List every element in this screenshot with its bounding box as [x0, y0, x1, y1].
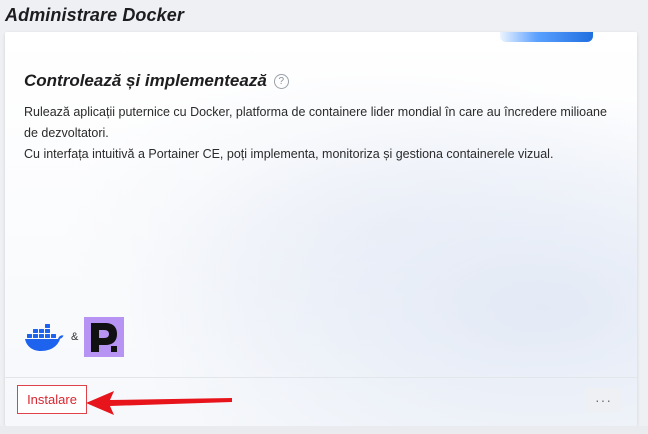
logos-row: & — [24, 317, 125, 357]
red-arrow-annotation — [86, 391, 232, 415]
portainer-logo-icon — [84, 317, 125, 357]
title-bar: Administrare Docker — [0, 0, 648, 32]
card-background — [5, 32, 637, 426]
app-card: Controlează și implementează ? Rulează a… — [5, 32, 637, 426]
docker-logo-icon — [25, 324, 64, 351]
description-line-2: Cu interfața intuitivă a Portainer CE, p… — [24, 147, 554, 161]
bottom-strip — [0, 426, 648, 434]
question-circle-icon[interactable]: ? — [273, 73, 289, 89]
card-description: Rulează aplicații puternice cu Docker, p… — [24, 102, 624, 165]
app-title: Administrare Docker — [5, 5, 184, 25]
card-headline-text: Controlează și implementează — [24, 71, 267, 90]
more-options-button[interactable]: ··· — [585, 388, 622, 412]
logo-separator: & — [71, 331, 79, 343]
install-button[interactable]: Instalare — [17, 385, 87, 414]
footer-divider — [5, 377, 637, 378]
description-line-1: Rulează aplicații puternice cu Docker, p… — [24, 105, 607, 140]
card-headline: Controlează și implementează ? — [24, 71, 289, 91]
accent-bar — [500, 32, 593, 42]
